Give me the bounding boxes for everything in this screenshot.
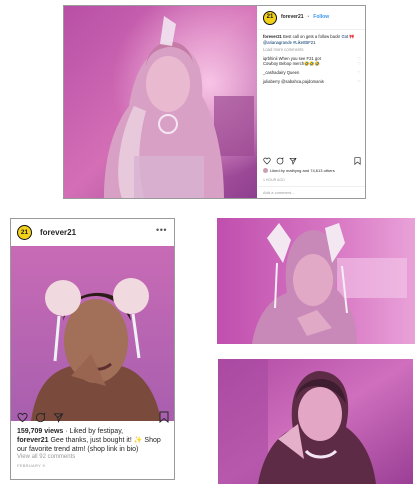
- liked-by-text[interactable]: Liked by mathyng and 74,613 others: [270, 168, 335, 174]
- bookmark-icon[interactable]: [159, 411, 169, 423]
- like-heart-icon[interactable]: [263, 157, 271, 165]
- comment-text: Cowboy Bebop merch🤣🤣🤣: [263, 61, 320, 67]
- like-heart-icon[interactable]: [17, 412, 28, 423]
- post-username[interactable]: forever21: [281, 14, 304, 21]
- post-date: FEBRUARY 9: [17, 463, 45, 468]
- comment-heart-icon[interactable]: ♡: [357, 61, 361, 67]
- music-video-still-bottom: [218, 359, 413, 484]
- comment-heart-icon[interactable]: ♡: [357, 79, 361, 85]
- comment-text: iqrbhinii When you see F21 got: [263, 55, 321, 61]
- forever21-logo-avatar[interactable]: 21: [263, 10, 277, 25]
- caption-text: Best call on gets a follow back!: [283, 34, 341, 39]
- post-sidebar: 21 forever21 • Follow forever21 Best cal…: [258, 6, 365, 198]
- post-caption: forever21 Best call on gets a follow bac…: [263, 34, 361, 45]
- photo-illustration: [11, 246, 174, 421]
- views-count[interactable]: 159,709 views: [17, 428, 63, 435]
- comment: juliaberry @sabahca.pajdomanis ♡: [263, 79, 361, 85]
- view-all-comments-link[interactable]: View all 92 comments: [17, 454, 75, 460]
- desktop-instagram-post: 21 forever21 • Follow forever21 Best cal…: [63, 5, 366, 199]
- post-header: 21 forever21 • Follow: [258, 6, 365, 30]
- post-action-bar: [17, 410, 169, 424]
- post-username[interactable]: forever21: [40, 228, 76, 237]
- comment-bubble-icon[interactable]: [276, 157, 284, 165]
- post-photo-model-pompoms[interactable]: [11, 246, 174, 421]
- more-options-icon[interactable]: •••: [156, 225, 167, 235]
- photo-illustration: [217, 218, 415, 344]
- comment-bubble-icon[interactable]: [35, 411, 46, 423]
- views-row: 159,709 views · Liked by festipay,: [17, 428, 123, 435]
- music-video-still-top: [217, 218, 415, 344]
- add-comment-input[interactable]: Add a comment...: [258, 186, 365, 198]
- comments-area: forever21 Best call on gets a follow bac…: [263, 34, 361, 84]
- bookmark-icon[interactable]: [354, 157, 361, 165]
- comment-heart-icon[interactable]: ♡: [357, 70, 361, 76]
- comment: Cowboy Bebop merch🤣🤣🤣 ♡: [263, 61, 361, 67]
- post-timestamp: 1 HOUR AGO: [263, 178, 285, 182]
- follow-button[interactable]: Follow: [313, 14, 329, 21]
- forever21-logo-avatar[interactable]: 21: [17, 224, 32, 240]
- liked-by-text[interactable]: · Liked by festipay,: [63, 428, 123, 435]
- mobile-instagram-post: 21 forever21 ••• 159,709 views · Liked b…: [10, 218, 175, 480]
- share-icon[interactable]: [53, 412, 64, 423]
- photo-illustration: [218, 359, 413, 484]
- comment: _cashadairy Queen ♡: [263, 70, 361, 76]
- share-icon[interactable]: [289, 157, 297, 165]
- load-more-comments-link[interactable]: Load more comments: [263, 47, 361, 53]
- comment-text: _cashadairy Queen: [263, 69, 300, 75]
- caption-username[interactable]: forever21: [263, 34, 282, 39]
- liker-avatar[interactable]: [263, 168, 268, 174]
- photo-illustration: [64, 6, 257, 198]
- post-header: 21 forever21 •••: [11, 219, 174, 245]
- liked-by-row: Liked by mathyng and 74,613 others: [263, 168, 335, 174]
- post-photo-ariana-pink[interactable]: [64, 6, 257, 198]
- separator-dot: •: [307, 13, 310, 20]
- post-caption: forever21 Gee thanks, just bought it! ✨ …: [17, 437, 171, 454]
- caption-username[interactable]: forever21: [17, 437, 49, 444]
- comment-text: juliaberry @sabahca.pajdomanis: [263, 78, 324, 84]
- post-action-bar: [263, 156, 361, 166]
